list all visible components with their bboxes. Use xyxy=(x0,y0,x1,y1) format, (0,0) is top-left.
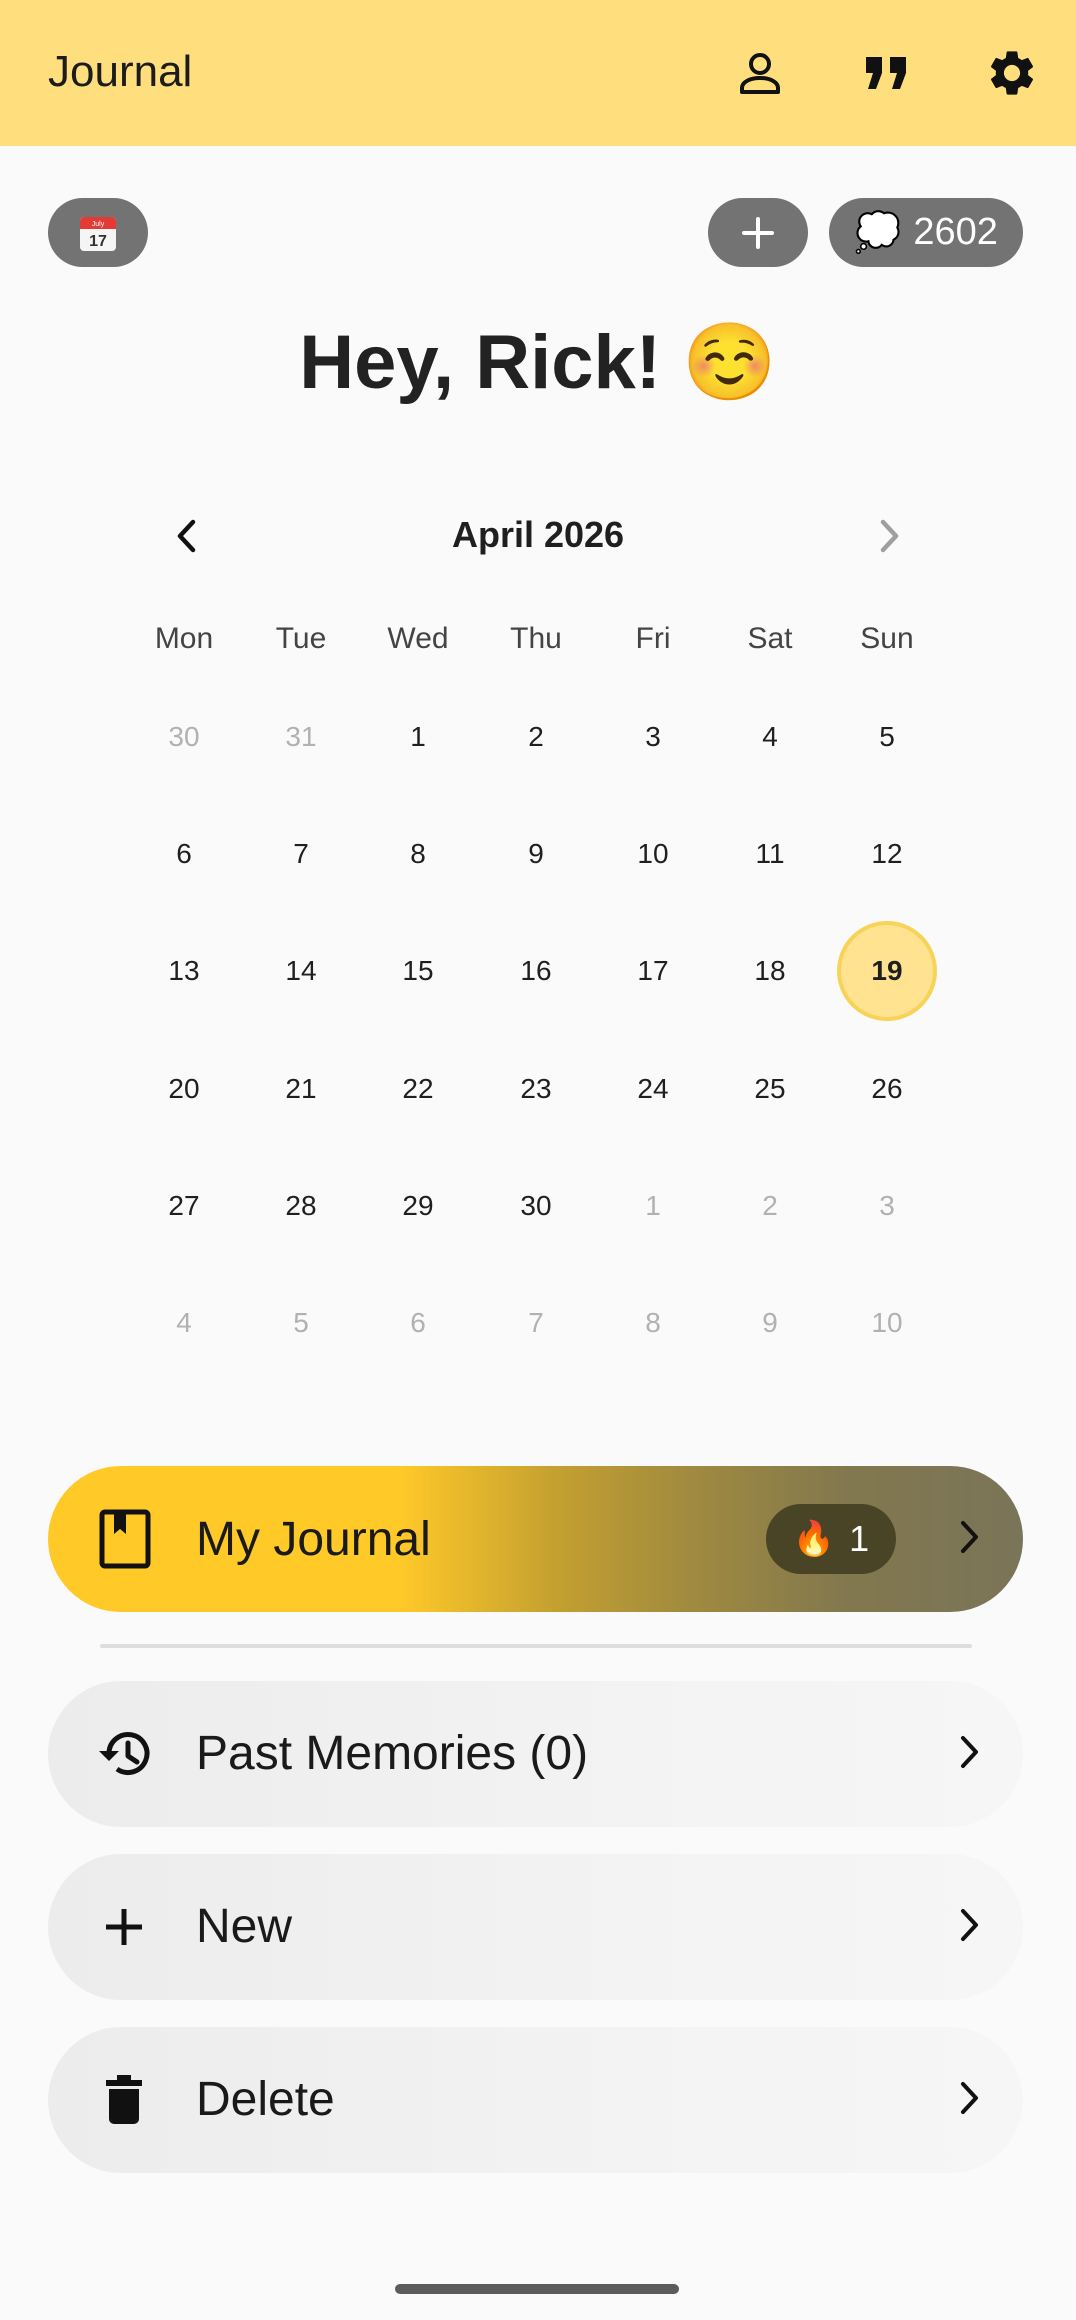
calendar-day[interactable]: 26 xyxy=(837,1039,937,1139)
weekday-header-row: Mon Tue Wed Thu Fri Sat Sun xyxy=(0,622,1076,666)
calendar-day[interactable]: 23 xyxy=(486,1039,586,1139)
thought-bubble-icon: 💭 xyxy=(854,211,902,254)
chevron-right-icon xyxy=(961,1521,978,1553)
calendar-day[interactable]: 1 xyxy=(368,687,468,787)
calendar-month-label: April 2026 xyxy=(451,514,625,555)
calendar-day[interactable]: 30 xyxy=(486,1156,586,1256)
calendar-day[interactable]: 27 xyxy=(134,1156,234,1256)
calendar-day[interactable]: 7 xyxy=(486,1273,586,1373)
calendar-day[interactable]: 25 xyxy=(720,1039,820,1139)
calendar-day[interactable]: 14 xyxy=(251,921,351,1021)
calendar-day[interactable]: 7 xyxy=(251,804,351,904)
my-journal-button[interactable]: My Journal 🔥 1 xyxy=(48,1466,1023,1612)
credits-count: 2602 xyxy=(913,211,998,253)
home-indicator[interactable] xyxy=(395,2284,679,2294)
past-memories-button[interactable]: Past Memories (0) xyxy=(48,1681,1023,1827)
calendar-day[interactable]: 15 xyxy=(368,921,468,1021)
fire-icon: 🔥 xyxy=(792,1520,836,1558)
weekday-label: Sat xyxy=(747,622,793,655)
history-icon xyxy=(92,1722,156,1786)
streak-badge: 🔥 1 xyxy=(766,1504,896,1574)
delete-button[interactable]: Delete xyxy=(48,2027,1023,2173)
my-journal-label: My Journal xyxy=(196,1513,431,1566)
past-memories-label: Past Memories (0) xyxy=(196,1727,589,1780)
calendar-day[interactable]: 5 xyxy=(837,687,937,787)
trash-icon xyxy=(92,2068,156,2132)
calendar-day[interactable]: 1 xyxy=(603,1156,703,1256)
weekday-label: Wed xyxy=(387,622,449,655)
credits-button[interactable]: 💭 2602 xyxy=(829,198,1023,267)
calendar-day[interactable]: 11 xyxy=(720,804,820,904)
weekday-label: Sun xyxy=(860,622,914,655)
chevron-right-icon xyxy=(961,2082,978,2114)
calendar-day[interactable]: 10 xyxy=(837,1273,937,1373)
calendar-day[interactable]: 3 xyxy=(837,1156,937,1256)
calendar-day[interactable]: 5 xyxy=(251,1273,351,1373)
new-label: New xyxy=(196,1900,293,1953)
calendar-button[interactable]: July 17 xyxy=(48,198,148,267)
weekday-label: Fri xyxy=(635,622,671,655)
calendar-day[interactable]: 12 xyxy=(837,804,937,904)
calendar-day[interactable]: 28 xyxy=(251,1156,351,1256)
app-title: Journal xyxy=(48,47,193,96)
weekday-label: Mon xyxy=(154,622,214,655)
plus-icon xyxy=(92,1895,156,1959)
calendar-day[interactable]: 16 xyxy=(486,921,586,1021)
calendar-day[interactable]: 6 xyxy=(368,1273,468,1373)
plus-icon xyxy=(742,216,774,249)
calendar-header: April 2026 xyxy=(150,500,926,576)
quote-icon[interactable] xyxy=(852,38,922,108)
calendar-day[interactable]: 24 xyxy=(603,1039,703,1139)
calendar-icon: July 17 xyxy=(80,216,116,251)
calendar-day[interactable]: 22 xyxy=(368,1039,468,1139)
app-bar: Journal xyxy=(0,0,1076,146)
calendar-day[interactable]: 31 xyxy=(251,687,351,787)
person-icon[interactable] xyxy=(725,38,795,108)
calendar-day[interactable]: 29 xyxy=(368,1156,468,1256)
calendar-day[interactable]: 18 xyxy=(720,921,820,1021)
next-month-button[interactable] xyxy=(858,504,922,568)
calendar-day[interactable]: 2 xyxy=(486,687,586,787)
add-button[interactable] xyxy=(708,198,808,267)
weekday-label: Tue xyxy=(275,622,327,655)
calendar-day[interactable]: 8 xyxy=(603,1273,703,1373)
chevron-right-icon xyxy=(961,1736,978,1768)
delete-label: Delete xyxy=(196,2073,335,2126)
calendar-day[interactable]: 20 xyxy=(134,1039,234,1139)
svg-text:17: 17 xyxy=(89,233,107,250)
weekday-label: Thu xyxy=(510,622,562,655)
calendar-day[interactable]: 8 xyxy=(368,804,468,904)
journal-book-icon xyxy=(99,1509,151,1569)
calendar-day[interactable]: 4 xyxy=(134,1273,234,1373)
new-entry-button[interactable]: New xyxy=(48,1854,1023,2000)
calendar-day[interactable]: 2 xyxy=(720,1156,820,1256)
calendar-day[interactable]: 30 xyxy=(134,687,234,787)
calendar-day[interactable]: 9 xyxy=(720,1273,820,1373)
chevron-right-icon xyxy=(880,519,899,553)
calendar-day[interactable]: 17 xyxy=(603,921,703,1021)
divider xyxy=(100,1644,972,1648)
svg-text:July: July xyxy=(92,221,105,228)
calendar-day[interactable]: 10 xyxy=(603,804,703,904)
gear-icon[interactable] xyxy=(977,38,1047,108)
chevron-right-icon xyxy=(961,1909,978,1941)
calendar-day[interactable]: 13 xyxy=(134,921,234,1021)
calendar-day[interactable]: 6 xyxy=(134,804,234,904)
greeting: Hey, Rick! ☺️ xyxy=(299,320,777,405)
calendar-day[interactable]: 21 xyxy=(251,1039,351,1139)
calendar-day[interactable]: 4 xyxy=(720,687,820,787)
calendar-day-today[interactable]: 19 xyxy=(837,921,937,1021)
calendar-day[interactable]: 3 xyxy=(603,687,703,787)
streak-count: 1 xyxy=(849,1518,870,1559)
calendar-day[interactable]: 9 xyxy=(486,804,586,904)
